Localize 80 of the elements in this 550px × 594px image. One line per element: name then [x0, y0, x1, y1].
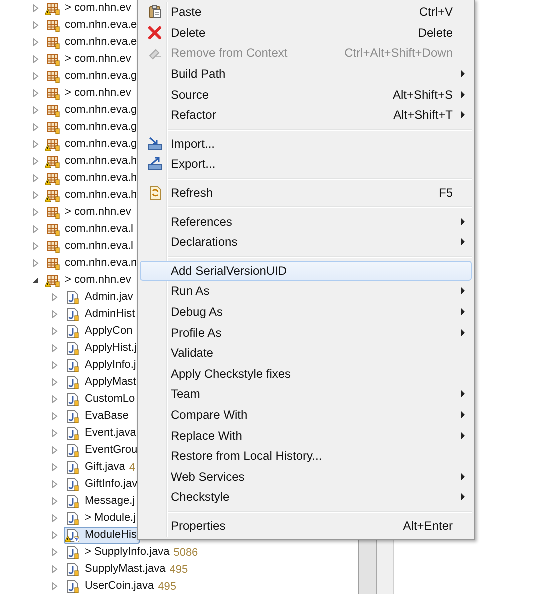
package-label[interactable]: > com.nhn.ev [65, 273, 132, 288]
package-label[interactable]: com.nhn.eva.h [65, 188, 138, 203]
file-item[interactable]: Gift.java 4 [64, 459, 138, 476]
file-item[interactable]: AdminHist [64, 306, 138, 323]
package-label[interactable]: com.nhn.eva.n [65, 256, 138, 271]
menu-item[interactable]: Team [140, 384, 472, 405]
package-label[interactable]: com.nhn.eva.g [65, 120, 138, 135]
menu-item[interactable]: Source Alt+Shift+S [140, 84, 472, 105]
paste-icon [147, 4, 163, 20]
file-item[interactable]: EvaBase [64, 408, 132, 425]
menu-item[interactable]: Refactor Alt+Shift+T [140, 104, 472, 126]
expand-arrow-icon[interactable] [31, 21, 40, 30]
export-icon [147, 156, 163, 172]
package-label[interactable]: com.nhn.eva.g [65, 137, 138, 152]
package-label[interactable]: com.nhn.eva.h [65, 154, 138, 169]
file-item[interactable]: ApplyHist.j [64, 340, 140, 357]
expand-arrow-icon[interactable] [31, 242, 40, 251]
file-item[interactable]: EventGrou [64, 442, 141, 459]
expand-arrow-icon[interactable] [31, 123, 40, 132]
file-item[interactable]: ModuleHis [64, 527, 140, 544]
expand-arrow-icon[interactable] [31, 157, 40, 166]
expand-arrow-icon[interactable] [31, 55, 40, 64]
menu-item[interactable]: Declarations [140, 232, 472, 253]
file-item[interactable]: Event.java [64, 425, 140, 442]
menu-item[interactable]: Checkstyle [140, 487, 472, 508]
package-label[interactable]: com.nhn.eva.g [65, 69, 138, 84]
collapse-arrow-icon[interactable] [31, 276, 40, 285]
expand-arrow-icon[interactable] [31, 225, 40, 234]
menu-item[interactable]: Delete Delete [140, 22, 472, 44]
expand-arrow-icon[interactable] [31, 106, 40, 115]
menu-item[interactable]: Paste Ctrl+V [140, 2, 472, 23]
menu-item[interactable]: Build Path [140, 64, 472, 84]
expand-arrow-icon[interactable] [31, 174, 40, 183]
expand-arrow-icon[interactable] [31, 4, 40, 13]
menu-item[interactable]: Properties Alt+Enter [140, 516, 472, 536]
menu-item[interactable]: Compare With [140, 404, 472, 426]
package-label[interactable]: com.nhn.eva.l [65, 239, 134, 254]
file-item[interactable]: ApplyInfo.j [64, 357, 140, 374]
file-item[interactable]: UserCoin.java 495 [64, 578, 180, 594]
file-item[interactable]: Message.j [64, 493, 138, 510]
menu-item[interactable]: Export... [140, 154, 472, 175]
refresh-icon [147, 185, 163, 202]
file-item[interactable]: CustomLo [64, 391, 138, 408]
package-label[interactable]: > com.nhn.ev [65, 86, 132, 101]
package-label[interactable]: > com.nhn.ev [65, 52, 132, 67]
file-item[interactable]: ApplyMast [64, 374, 140, 391]
menu-item[interactable]: Restore from Local History... [140, 446, 472, 466]
package-label[interactable]: com.nhn.eva.g [65, 103, 138, 118]
file-item[interactable]: > Module.j [64, 510, 140, 527]
menu-item[interactable]: Validate [140, 342, 472, 364]
package-label[interactable]: com.nhn.eva.e [65, 35, 138, 50]
package-label[interactable]: com.nhn.eva.l [65, 222, 134, 237]
menu-item[interactable]: Import... [140, 134, 472, 154]
file-item[interactable]: ApplyCon [64, 323, 136, 340]
expand-arrow-icon[interactable] [31, 89, 40, 98]
package-label[interactable]: com.nhn.eva.h [65, 171, 138, 186]
delete-icon [147, 24, 163, 41]
menu-item[interactable]: Add SerialVersionUID [140, 260, 472, 282]
expand-arrow-icon[interactable] [31, 72, 40, 81]
package-label[interactable]: > com.nhn.ev [65, 205, 132, 220]
expand-arrow-icon[interactable] [31, 259, 40, 268]
menu-item[interactable]: Replace With [140, 425, 472, 446]
package-label[interactable]: com.nhn.eva.e [65, 18, 138, 33]
package-label[interactable]: > com.nhn.ev [65, 1, 132, 16]
expand-arrow-icon[interactable] [31, 191, 40, 200]
menu-item[interactable]: Debug As [140, 302, 472, 322]
expand-arrow-icon[interactable] [31, 140, 40, 149]
menu-item[interactable]: Refresh F5 [140, 182, 472, 204]
file-item[interactable]: > SupplyInfo.java 5086 [64, 544, 202, 561]
menu-item[interactable]: References [140, 211, 472, 232]
expand-arrow-icon[interactable] [31, 38, 40, 47]
menu-item[interactable]: Web Services [140, 466, 472, 488]
import-icon [147, 136, 163, 152]
menu-item[interactable]: Run As [140, 281, 472, 302]
menu-item[interactable]: Profile As [140, 322, 472, 343]
file-item[interactable]: Admin.jav [64, 289, 136, 306]
expand-arrow-icon[interactable] [31, 208, 40, 217]
menu-item[interactable]: Apply Checkstyle fixes [140, 364, 472, 384]
file-item[interactable]: GiftInfo.jav [64, 476, 141, 493]
file-item[interactable]: SupplyMast.java 495 [64, 561, 192, 578]
